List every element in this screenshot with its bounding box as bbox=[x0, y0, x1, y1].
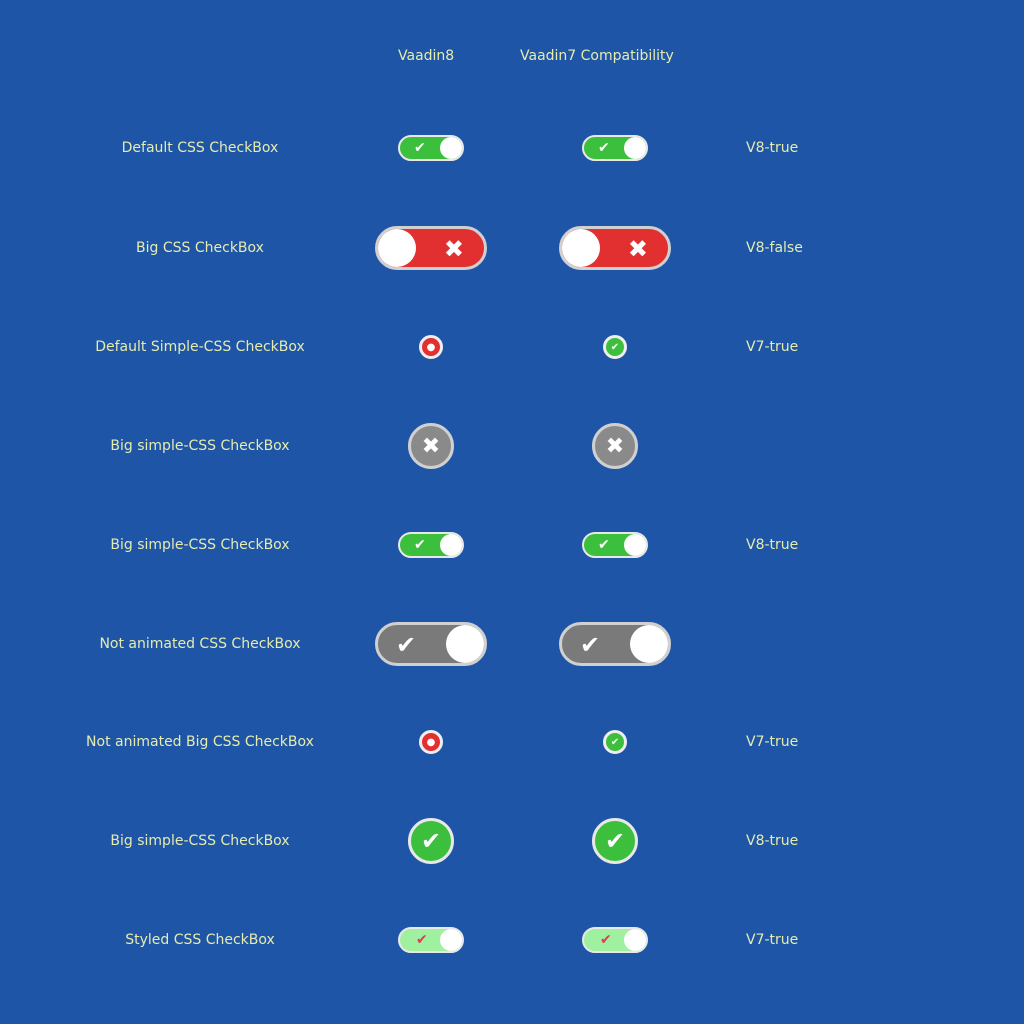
toggle-knob bbox=[562, 229, 600, 267]
toggle-knob bbox=[624, 534, 646, 556]
dot-icon: ● bbox=[426, 341, 436, 353]
close-icon: ✖ bbox=[605, 433, 625, 459]
check-icon: ✔ bbox=[416, 932, 428, 948]
checkbox-row: Big simple-CSS CheckBox ✔ ✔ V8-true bbox=[0, 811, 1024, 871]
toggle-knob bbox=[630, 625, 668, 663]
simple-css-checkbox-v8[interactable]: ● bbox=[419, 335, 443, 359]
styled-css-checkbox-v7[interactable]: ✔ bbox=[582, 927, 648, 953]
row-value: V7-true bbox=[746, 734, 799, 750]
big-css-checkbox-v7[interactable]: ✖ bbox=[559, 226, 671, 270]
big-simple-css-toggle-v7[interactable]: ✔ bbox=[582, 532, 648, 558]
checkbox-row: Styled CSS CheckBox ✔ ✔ V7-true bbox=[0, 910, 1024, 970]
row-label: Big CSS CheckBox bbox=[136, 240, 264, 256]
toggle-knob bbox=[440, 534, 462, 556]
row-value: V8-true bbox=[746, 833, 799, 849]
checkbox-row: Big CSS CheckBox ✖ ✖ V8-false bbox=[0, 218, 1024, 278]
check-icon: ✔ bbox=[598, 537, 610, 553]
row-value: V8-true bbox=[746, 140, 799, 156]
check-icon: ✔ bbox=[600, 932, 612, 948]
dot-icon: ● bbox=[426, 736, 436, 748]
row-label: Big simple-CSS CheckBox bbox=[110, 833, 290, 849]
column-header-vaadin8: Vaadin8 bbox=[398, 48, 455, 64]
close-icon: ✖ bbox=[421, 433, 441, 459]
close-icon: ✖ bbox=[627, 235, 648, 263]
toggle-knob bbox=[378, 229, 416, 267]
toggle-knob bbox=[446, 625, 484, 663]
big-simple-css-checkbox-green-v7[interactable]: ✔ bbox=[592, 818, 638, 864]
check-icon: ✔ bbox=[598, 140, 610, 156]
check-icon: ✔ bbox=[396, 631, 417, 659]
checkbox-row: Not animated Big CSS CheckBox ● ✔ V7-tru… bbox=[0, 712, 1024, 772]
checkbox-row: Default Simple-CSS CheckBox ● ✔ V7-true bbox=[0, 317, 1024, 377]
big-simple-css-checkbox-green-v8[interactable]: ✔ bbox=[408, 818, 454, 864]
toggle-knob bbox=[440, 929, 462, 951]
row-value: V7-true bbox=[746, 339, 799, 355]
check-icon: ✔ bbox=[610, 341, 620, 353]
checkbox-row: Big simple-CSS CheckBox ✖ ✖ bbox=[0, 416, 1024, 476]
toggle-knob bbox=[624, 929, 646, 951]
check-icon: ✔ bbox=[414, 140, 426, 156]
toggle-knob bbox=[440, 137, 462, 159]
not-animated-css-checkbox-v7[interactable]: ✔ bbox=[559, 622, 671, 666]
row-label: Not animated CSS CheckBox bbox=[99, 636, 301, 652]
row-value: V7-true bbox=[746, 932, 799, 948]
big-simple-css-checkbox-v8[interactable]: ✖ bbox=[408, 423, 454, 469]
big-css-checkbox-v8[interactable]: ✖ bbox=[375, 226, 487, 270]
close-icon: ✖ bbox=[443, 235, 464, 263]
row-label: Default CSS CheckBox bbox=[121, 140, 279, 156]
row-label: Default Simple-CSS CheckBox bbox=[95, 339, 305, 355]
big-simple-css-toggle-v8[interactable]: ✔ bbox=[398, 532, 464, 558]
row-value: V8-false bbox=[746, 240, 803, 256]
default-css-checkbox-v7[interactable]: ✔ bbox=[582, 135, 648, 161]
styled-css-checkbox-v8[interactable]: ✔ bbox=[398, 927, 464, 953]
checkbox-row: Default CSS CheckBox ✔ ✔ V8-true bbox=[0, 118, 1024, 178]
check-icon: ✔ bbox=[420, 827, 442, 855]
row-label: Styled CSS CheckBox bbox=[125, 932, 275, 948]
column-header-vaadin7-compatibility: Vaadin7 Compatibility bbox=[520, 48, 674, 64]
check-icon: ✔ bbox=[610, 736, 620, 748]
row-value: V8-true bbox=[746, 537, 799, 553]
checkbox-row: Big simple-CSS CheckBox ✔ ✔ V8-true bbox=[0, 515, 1024, 575]
not-animated-css-checkbox-v8[interactable]: ✔ bbox=[375, 622, 487, 666]
big-simple-css-checkbox-v7[interactable]: ✖ bbox=[592, 423, 638, 469]
check-icon: ✔ bbox=[580, 631, 601, 659]
not-animated-big-css-checkbox-v7[interactable]: ✔ bbox=[603, 730, 627, 754]
row-label: Not animated Big CSS CheckBox bbox=[86, 734, 314, 750]
default-css-checkbox-v8[interactable]: ✔ bbox=[398, 135, 464, 161]
toggle-knob bbox=[624, 137, 646, 159]
checkbox-row: Not animated CSS CheckBox ✔ ✔ bbox=[0, 614, 1024, 674]
row-label: Big simple-CSS CheckBox bbox=[110, 438, 290, 454]
row-label: Big simple-CSS CheckBox bbox=[110, 537, 290, 553]
not-animated-big-css-checkbox-v8[interactable]: ● bbox=[419, 730, 443, 754]
simple-css-checkbox-v7[interactable]: ✔ bbox=[603, 335, 627, 359]
check-icon: ✔ bbox=[604, 827, 626, 855]
check-icon: ✔ bbox=[414, 537, 426, 553]
